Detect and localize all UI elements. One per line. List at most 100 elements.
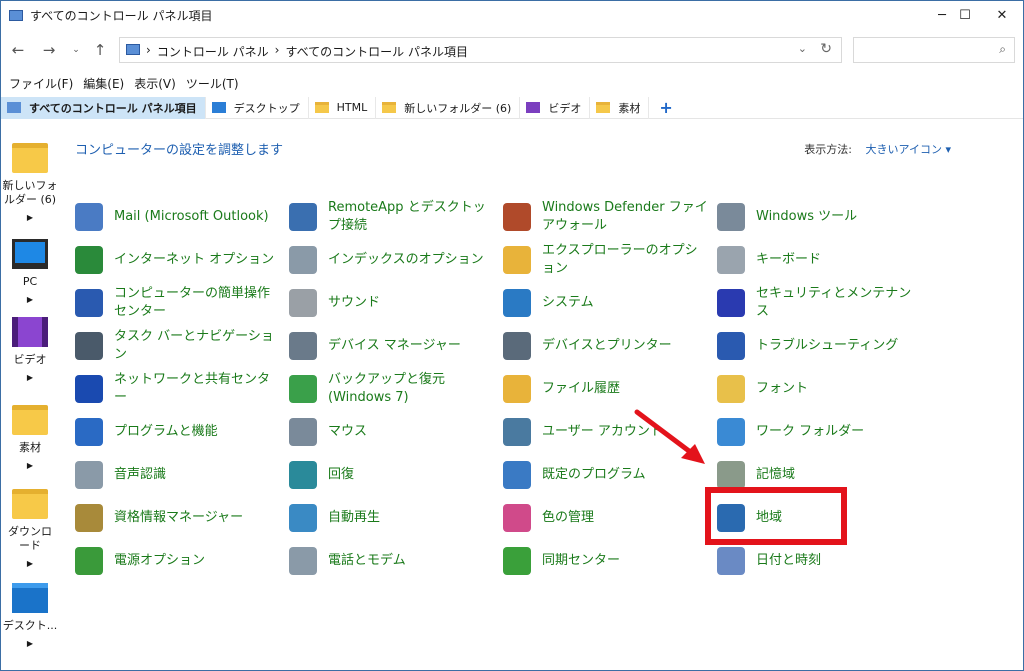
control-panel-item[interactable]: Windows Defender ファイアウォール [503, 197, 713, 237]
chevron-right-icon[interactable]: ▶ [1, 293, 59, 307]
breadcrumb: › コントロール パネル › すべてのコントロール パネル項目 [146, 43, 468, 60]
control-panel-item[interactable]: Windows ツール [717, 197, 927, 237]
control-panel-item-label: 色の管理 [542, 510, 595, 525]
page-title: コンピューターの設定を調整します [75, 143, 284, 158]
folder-icon [382, 102, 397, 113]
pc-icon [12, 239, 48, 269]
sidebar-item-pc[interactable]: PC ▶ [1, 239, 59, 307]
control-panel-item-label: Windows ツール [756, 209, 858, 224]
view-by-dropdown[interactable]: 大きいアイコン ▾ [866, 143, 951, 156]
control-panel-item-icon [75, 504, 103, 532]
control-panel-item-label: デバイスとプリンター [542, 338, 672, 353]
control-panel-item-label: サウンド [328, 295, 381, 310]
control-panel-item[interactable]: インターネット オプション [75, 240, 285, 280]
address-bar[interactable]: › コントロール パネル › すべてのコントロール パネル項目 ⌄ ↻ [119, 37, 842, 63]
control-panel-item[interactable]: 色の管理 [503, 498, 713, 538]
control-panel-item[interactable]: インデックスのオプション [289, 240, 499, 280]
menu-file[interactable]: ファイル(F) [9, 75, 73, 93]
sidebar-item-desktop[interactable]: デスクト... ▶ [1, 583, 59, 651]
close-button[interactable]: ✕ [979, 1, 1024, 29]
control-panel-item[interactable]: キーボード [717, 240, 927, 280]
control-panel-item[interactable]: 音声認識 [75, 455, 285, 495]
sidebar-item-new-folder[interactable]: 新しいフォルダー (6) ▶ [1, 143, 59, 225]
control-panel-item[interactable]: RemoteApp とデスクトップ接続 [289, 197, 499, 237]
control-panel-item-label: 電源オプション [114, 553, 206, 568]
control-panel-item-icon [717, 461, 745, 489]
control-panel-item-icon [289, 289, 317, 317]
breadcrumb-item[interactable]: すべてのコントロール パネル項目 [285, 43, 468, 60]
control-panel-item[interactable]: フォント [717, 369, 927, 409]
control-panel-item-icon [503, 246, 531, 274]
sidebar-item-materials[interactable]: 素材 ▶ [1, 405, 59, 473]
control-panel-item[interactable]: デバイス マネージャー [289, 326, 499, 366]
control-panel-item-icon [75, 547, 103, 575]
chevron-down-icon[interactable]: ⌄ [798, 42, 807, 55]
control-panel-item-icon [289, 203, 317, 231]
control-panel-item-label: システム [542, 295, 594, 310]
control-panel-item[interactable]: タスク バーとナビゲーション [75, 326, 285, 366]
control-panel-item[interactable]: エクスプローラーのオプション [503, 240, 713, 280]
control-panel-item[interactable]: 電話とモデム [289, 541, 499, 581]
control-panel-item-icon [503, 504, 531, 532]
back-arrow-icon[interactable]: ← [7, 40, 29, 60]
control-panel-item-label: エクスプローラーのオプション [542, 243, 698, 276]
control-panel-item[interactable]: ネットワークと共有センター [75, 369, 285, 409]
menu-tools[interactable]: ツール(T) [186, 75, 239, 93]
control-panel-item[interactable]: プログラムと機能 [75, 412, 285, 452]
chevron-right-icon[interactable]: ▶ [1, 211, 59, 225]
control-panel-item[interactable]: ファイル履歴 [503, 369, 713, 409]
control-panel-item[interactable]: 回復 [289, 455, 499, 495]
menu-view[interactable]: 表示(V) [134, 75, 176, 93]
search-input[interactable]: ⌕ [853, 37, 1015, 63]
video-folder-icon [526, 102, 541, 113]
control-panel-item[interactable]: システム [503, 283, 713, 323]
control-panel-item[interactable]: ワーク フォルダー [717, 412, 927, 452]
control-panel-item-icon [289, 418, 317, 446]
control-panel-item[interactable]: サウンド [289, 283, 499, 323]
forward-arrow-icon[interactable]: → [38, 40, 60, 60]
tab-control-panel[interactable]: すべてのコントロール パネル項目 [1, 96, 206, 119]
chevron-right-icon[interactable]: ▶ [1, 557, 59, 571]
breadcrumb-item[interactable]: コントロール パネル [157, 43, 269, 60]
up-arrow-icon[interactable]: ↑ [89, 40, 111, 60]
sidebar-item-downloads[interactable]: ダウンロード ▶ [1, 489, 59, 571]
control-panel-item[interactable]: 自動再生 [289, 498, 499, 538]
control-panel-item-label: マウス [328, 424, 368, 439]
control-panel-item[interactable]: 日付と時刻 [717, 541, 927, 581]
control-panel-item[interactable]: Mail (Microsoft Outlook) [75, 197, 285, 237]
control-panel-item[interactable]: 電源オプション [75, 541, 285, 581]
control-panel-item-label: セキュリティとメンテナンス [756, 286, 912, 319]
tab-html[interactable]: HTML [309, 96, 377, 119]
folder-icon [314, 102, 329, 113]
chevron-right-icon[interactable]: ▶ [1, 371, 59, 385]
control-panel-item[interactable]: セキュリティとメンテナンス [717, 283, 927, 323]
chevron-right-icon[interactable]: ▶ [1, 637, 59, 651]
control-panel-item[interactable]: バックアップと復元 (Windows 7) [289, 369, 499, 409]
add-tab-button[interactable]: + [659, 98, 672, 117]
control-panel-item[interactable]: マウス [289, 412, 499, 452]
sidebar-item-video[interactable]: ビデオ ▶ [1, 317, 59, 385]
tab-materials[interactable]: 素材 [590, 96, 650, 119]
control-panel-item-icon [503, 375, 531, 403]
control-panel-item-icon [75, 289, 103, 317]
tab-video[interactable]: ビデオ [520, 96, 591, 119]
control-panel-item[interactable]: デバイスとプリンター [503, 326, 713, 366]
menu-edit[interactable]: 編集(E) [83, 75, 124, 93]
control-panel-item-icon [75, 203, 103, 231]
control-panel-item[interactable]: 資格情報マネージャー [75, 498, 285, 538]
control-panel-item-label: コンピューターの簡単操作センター [114, 286, 271, 319]
tab-new-folder[interactable]: 新しいフォルダー (6) [376, 96, 521, 119]
control-panel-item[interactable]: 同期センター [503, 541, 713, 581]
control-panel-item[interactable]: トラブルシューティング [717, 326, 927, 366]
chevron-right-icon[interactable]: ▶ [1, 459, 59, 473]
control-panel-item[interactable]: コンピューターの簡単操作センター [75, 283, 285, 323]
control-panel-item-label: インターネット オプション [114, 252, 275, 267]
annotation-arrow-icon [634, 409, 705, 464]
control-panel-icon [126, 44, 140, 55]
control-panel-item-label: プログラムと機能 [114, 424, 218, 439]
refresh-icon[interactable]: ↻ [820, 41, 832, 57]
recent-locations-icon[interactable]: ⌄ [65, 40, 87, 60]
control-panel-icon [9, 9, 23, 21]
control-panel-item-label: Mail (Microsoft Outlook) [114, 209, 269, 224]
tab-desktop[interactable]: デスクトップ [206, 96, 309, 119]
